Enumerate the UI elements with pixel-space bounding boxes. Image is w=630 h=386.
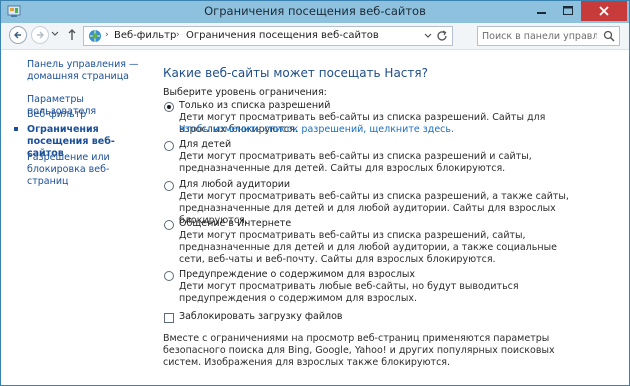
search-box[interactable] [477, 26, 620, 46]
recent-pages-icon[interactable] [51, 31, 59, 37]
address-dropdown-icon[interactable] [424, 33, 432, 39]
option-description: Дети могут просматривать любые веб-сайты… [179, 281, 519, 304]
radio-for-children[interactable] [164, 141, 174, 151]
option-label[interactable]: Для любой аудитории [179, 179, 290, 190]
close-icon [599, 6, 609, 16]
page-heading: Какие веб-сайты может посещать Настя? [163, 66, 428, 80]
close-button[interactable] [581, 1, 627, 21]
radio-online-communication[interactable] [164, 220, 174, 230]
block-downloads-label[interactable]: Заблокировать загрузку файлов [179, 311, 343, 322]
search-icon[interactable] [603, 30, 615, 42]
up-arrow-icon[interactable] [67, 28, 77, 41]
main-content: Какие веб-сайты может посещать Настя? Вы… [151, 50, 629, 385]
option-label[interactable]: Только из списка разрешений [179, 100, 330, 111]
breadcrumb-current-page[interactable]: Ограничения посещения веб-сайтов [186, 30, 379, 41]
breadcrumb-web-filter[interactable]: Веб-фильтр [114, 30, 176, 41]
option-description: Дети могут просматривать веб-сайты из сп… [179, 151, 532, 174]
sidebar: Панель управления — домашняя страница Па… [1, 50, 151, 385]
navigation-bar: › Веб-фильтр › Ограничения посещения веб… [1, 23, 629, 50]
breadcrumb-separator-icon: › [105, 30, 109, 40]
forward-arrow-icon [37, 31, 44, 39]
maximize-button[interactable] [555, 1, 581, 21]
minimize-button[interactable] [529, 1, 555, 21]
active-item-marker [14, 127, 18, 131]
sidebar-item-web-filter[interactable]: Веб-фильтр [27, 109, 149, 121]
back-button[interactable] [9, 26, 27, 44]
search-input[interactable] [482, 29, 597, 43]
forward-button[interactable] [31, 26, 49, 44]
back-arrow-icon [14, 31, 21, 39]
edit-allow-list-link[interactable]: Чтобы изменить список разрешений, щелкни… [179, 124, 454, 135]
address-bar[interactable]: › Веб-фильтр › Ограничения посещения веб… [83, 26, 453, 46]
option-description: Дети могут просматривать веб-сайты из сп… [179, 230, 557, 265]
radio-general-audience[interactable] [164, 181, 174, 191]
refresh-icon[interactable] [436, 30, 448, 42]
option-label[interactable]: Для детей [179, 139, 231, 150]
minimize-icon [537, 12, 546, 14]
control-panel-icon [89, 30, 101, 42]
option-label[interactable]: Общение в Интернете [179, 218, 291, 229]
breadcrumb-separator-icon: › [176, 30, 180, 40]
sidebar-item-allow-block-pages[interactable]: Разрешение или блокировка веб-страниц [27, 152, 149, 188]
block-downloads-checkbox[interactable] [164, 313, 174, 323]
maximize-icon [563, 6, 573, 15]
safe-search-note: Вместе с ограничениями на просмотр веб-с… [163, 333, 555, 368]
window: Ограничения посещения веб-сайтов › Веб-ф… [0, 0, 630, 386]
radio-adult-content-warning[interactable] [164, 271, 174, 281]
title-bar[interactable]: Ограничения посещения веб-сайтов [1, 1, 629, 23]
sidebar-home-link[interactable]: Панель управления — домашняя страница [27, 59, 149, 83]
radio-allow-list-only[interactable] [164, 102, 174, 112]
option-label[interactable]: Предупреждение о содержимом для взрослых [179, 269, 415, 280]
restriction-level-prompt: Выберите уровень ограничения: [163, 87, 327, 98]
